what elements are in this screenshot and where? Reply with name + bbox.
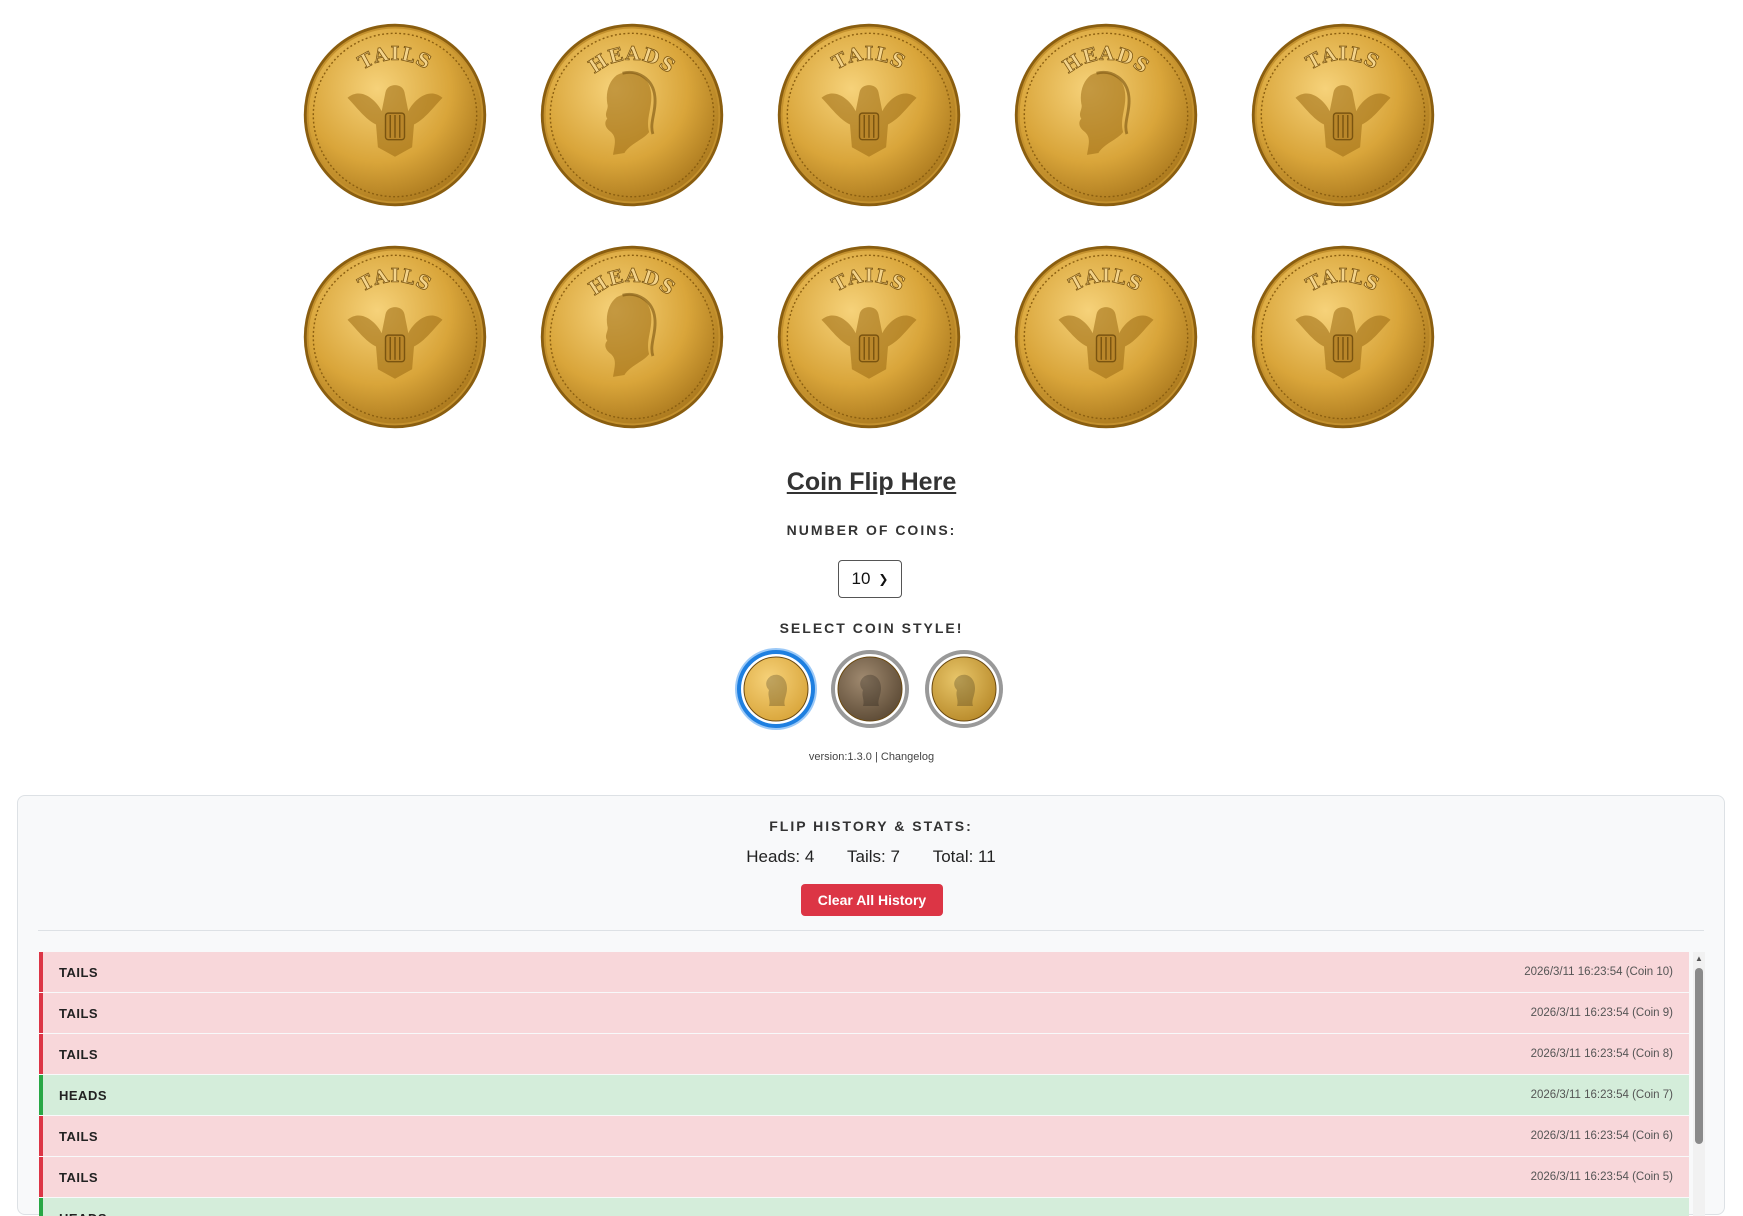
version-separator: | (872, 751, 881, 763)
scrollbar[interactable]: ▲ (1693, 952, 1705, 1216)
divider (38, 930, 1704, 931)
history-title: FLIP HISTORY & STATS: (18, 818, 1724, 834)
history-result: HEADS (59, 1211, 107, 1216)
coin-gold-icon (743, 656, 809, 722)
stats-line: Heads: 4 Tails: 7 Total: 11 (18, 847, 1724, 867)
history-row: HEADS 2026/3/11 16:23:54 (Coin 7) (39, 1075, 1689, 1115)
history-timestamp: 2026/3/11 16:23:54 (Coin 9) (1531, 1007, 1673, 1019)
history-timestamp: 2026/3/11 16:23:54 (Coin 10) (1524, 966, 1673, 978)
history-result: TAILS (59, 1047, 98, 1062)
history-result: TAILS (59, 965, 98, 980)
number-of-coins-select[interactable]: 10 ❯ (838, 560, 902, 598)
version-info: version:1.3.0 | Changelog (0, 751, 1743, 763)
coin-style-options (737, 650, 1003, 728)
coin-tails: TAILS (300, 240, 490, 434)
history-row: TAILS 2026/3/11 16:23:54 (Coin 9) (39, 993, 1689, 1033)
tails-count: Tails: 7 (847, 847, 900, 866)
coin-heads: HEADS (537, 240, 727, 434)
coin-tails: TAILS (300, 18, 490, 212)
history-timestamp: 2026/3/11 16:23:54 (Coin 5) (1531, 1171, 1673, 1183)
history-result: TAILS (59, 1170, 98, 1185)
total-count: Total: 11 (933, 847, 996, 866)
history-row: TAILS 2026/3/11 16:23:54 (Coin 10) (39, 952, 1689, 992)
coin-tails: TAILS (1011, 240, 1201, 434)
heads-count: Heads: 4 (746, 847, 814, 866)
scroll-up-icon[interactable]: ▲ (1695, 954, 1703, 963)
coin-tails: TAILS (1248, 240, 1438, 434)
history-timestamp: 2026/3/11 16:23:54 (Coin 8) (1531, 1048, 1673, 1060)
history-row: TAILS 2026/3/11 16:23:54 (Coin 6) (39, 1116, 1689, 1156)
history-panel: FLIP HISTORY & STATS: Heads: 4 Tails: 7 … (17, 795, 1725, 1215)
clear-history-button[interactable]: Clear All History (801, 884, 943, 916)
history-result: HEADS (59, 1088, 107, 1103)
coin-heads: HEADS (1011, 18, 1201, 212)
coin-style-byzantine[interactable] (925, 650, 1003, 728)
number-of-coins-label: NUMBER OF COINS: (0, 522, 1743, 538)
history-result: TAILS (59, 1006, 98, 1021)
history-timestamp: 2026/3/11 16:23:54 (Coin 6) (1531, 1130, 1673, 1142)
coin-heads: HEADS (537, 18, 727, 212)
coin-tails: TAILS (774, 18, 964, 212)
coin-bronze-icon (837, 656, 903, 722)
history-row: TAILS 2026/3/11 16:23:54 (Coin 8) (39, 1034, 1689, 1074)
chevron-down-icon: ❯ (878, 572, 888, 586)
history-list[interactable]: TAILS 2026/3/11 16:23:54 (Coin 10) TAILS 20… (39, 952, 1705, 1216)
coin-tails: TAILS (774, 240, 964, 434)
coin-grid: TAILS HEADS (300, 18, 1440, 434)
coin-style-bronze[interactable] (831, 650, 909, 728)
coin-tails: TAILS (1248, 18, 1438, 212)
version-text: version:1.3.0 (809, 751, 872, 763)
coin-byzantine-icon (931, 656, 997, 722)
history-row: TAILS 2026/3/11 16:23:54 (Coin 5) (39, 1157, 1689, 1197)
select-coin-style-label: SELECT COIN STYLE! (0, 620, 1743, 636)
page-title[interactable]: Coin Flip Here (0, 468, 1743, 497)
history-timestamp: 2026/3/11 16:23:54 (Coin 7) (1531, 1089, 1673, 1101)
scrollbar-thumb[interactable] (1695, 968, 1703, 1144)
history-result: TAILS (59, 1129, 98, 1144)
number-of-coins-value: 10 (852, 569, 871, 589)
history-row: HEADS (39, 1198, 1689, 1216)
coin-style-gold[interactable] (737, 650, 815, 728)
changelog-link[interactable]: Changelog (881, 751, 934, 763)
